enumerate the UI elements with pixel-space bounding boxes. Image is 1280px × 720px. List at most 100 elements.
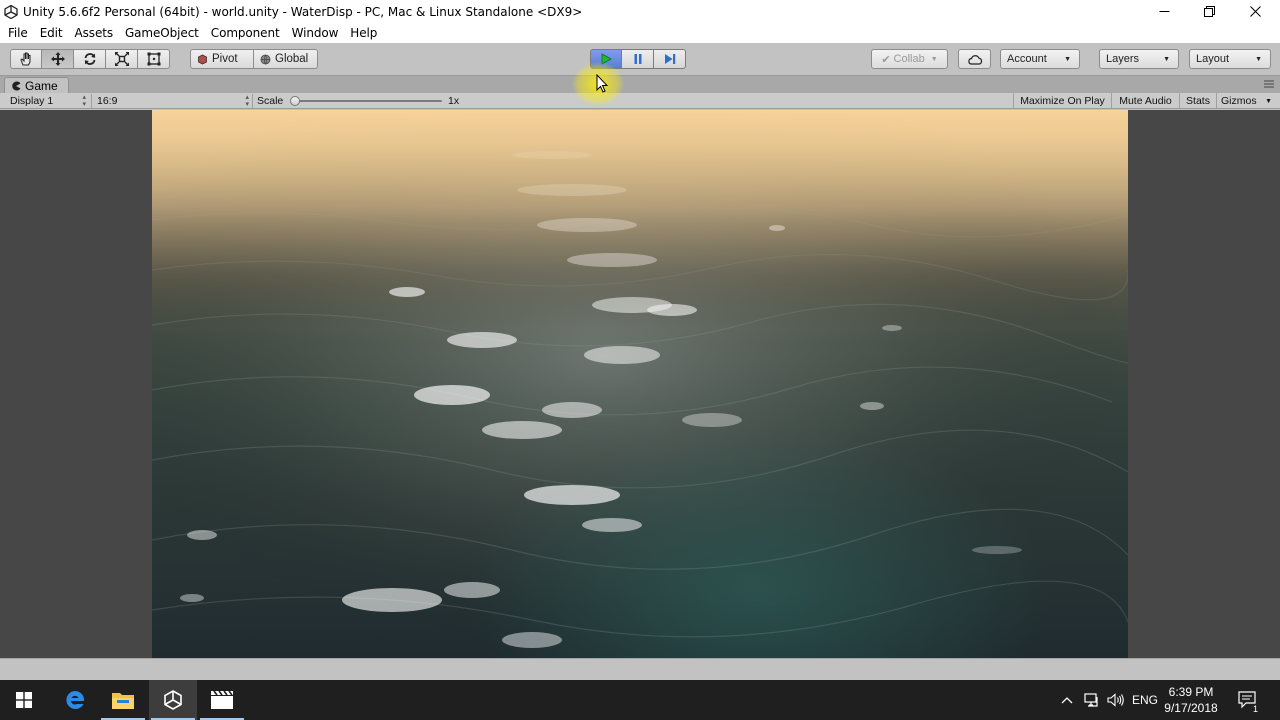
close-icon <box>1249 6 1261 17</box>
rotate-tool-button[interactable] <box>74 49 106 69</box>
global-toggle[interactable]: Global <box>254 49 318 69</box>
move-icon <box>50 52 65 66</box>
window-title: Unity 5.6.6f2 Personal (64bit) - world.u… <box>23 4 583 19</box>
close-button[interactable] <box>1232 0 1278 23</box>
separator <box>91 94 92 108</box>
chevron-up-icon <box>1061 697 1073 704</box>
scale-label: Scale <box>257 95 284 107</box>
layout-dropdown[interactable]: Layout ▼ <box>1189 49 1271 69</box>
scale-slider-knob[interactable] <box>290 96 300 106</box>
unity-editor-window: Unity 5.6.6f2 Personal (64bit) - world.u… <box>0 0 1280 720</box>
aspect-label: 16:9 <box>97 95 118 107</box>
taskbar-movies[interactable] <box>198 680 246 720</box>
layout-label: Layout <box>1196 53 1230 65</box>
clock[interactable]: 6:39 PM 9/17/2018 <box>1156 684 1226 716</box>
taskbar-file-explorer[interactable] <box>99 680 147 720</box>
dropdown-arrow-icon: ▼ <box>1163 55 1170 63</box>
restore-button[interactable] <box>1186 0 1232 23</box>
layers-dropdown[interactable]: Layers ▼ <box>1099 49 1179 69</box>
game-render-ocean[interactable] <box>152 110 1128 658</box>
clock-time: 6:39 PM <box>1168 685 1214 699</box>
maximize-label: Maximize On Play <box>1020 95 1105 107</box>
dropdown-arrow-icon: ▼ <box>1064 55 1071 63</box>
move-tool-button[interactable] <box>42 49 74 69</box>
stats-label: Stats <box>1186 95 1210 107</box>
game-tab[interactable]: Game <box>4 77 69 94</box>
minimize-button[interactable] <box>1141 0 1187 23</box>
cloud-icon <box>967 54 982 65</box>
unity-icon <box>164 690 182 710</box>
menu-help[interactable]: Help <box>344 26 383 40</box>
dropdown-arrow-icon: ▼ <box>930 55 938 63</box>
speaker-icon <box>1107 693 1124 707</box>
mute-label: Mute Audio <box>1119 95 1172 107</box>
network-icon <box>1084 693 1098 707</box>
start-button[interactable] <box>0 680 48 720</box>
restore-icon <box>1203 6 1215 17</box>
status-bar <box>0 658 1280 680</box>
hand-icon <box>20 52 31 66</box>
action-center-button[interactable]: 1 <box>1232 680 1264 720</box>
collab-label: Collab <box>893 53 925 65</box>
display-dropdown[interactable]: Display 1 ▴ ▾ <box>10 93 86 109</box>
stats-toggle[interactable]: Stats <box>1179 93 1216 109</box>
menu-edit[interactable]: Edit <box>34 26 69 40</box>
pause-button[interactable] <box>622 49 654 69</box>
layers-label: Layers <box>1106 53 1140 65</box>
menu-assets[interactable]: Assets <box>69 26 119 40</box>
gizmos-dropdown[interactable]: Gizmos ▼ <box>1216 93 1276 109</box>
notification-count: 1 <box>1251 704 1259 714</box>
updown-arrow-icon: ▴ ▾ <box>245 94 249 108</box>
play-button[interactable] <box>590 49 622 69</box>
network-button[interactable] <box>1082 680 1102 720</box>
dropdown-arrow-icon: ▼ <box>1265 97 1272 105</box>
collab-dropdown[interactable]: ✔ Collab ▼ <box>871 49 948 69</box>
global-label: Global <box>275 53 309 65</box>
show-hidden-icons-button[interactable] <box>1058 680 1076 720</box>
language-label: ENG <box>1131 693 1158 707</box>
play-icon <box>601 53 612 65</box>
pause-icon <box>634 54 641 64</box>
dropdown-arrow-icon: ▼ <box>1255 55 1262 63</box>
menu-bar: File Edit Assets GameObject Component Wi… <box>0 23 1280 43</box>
rect-tool-button[interactable] <box>138 49 170 69</box>
pivot-global-group: Pivot Global <box>190 49 318 69</box>
ocean-waves-image <box>152 110 1128 658</box>
main-toolbar: Pivot Global ✔ Collab ▼ Account ▼ Layers… <box>0 43 1280 75</box>
aspect-dropdown[interactable]: 16:9 ▴ ▾ <box>97 93 249 109</box>
hand-tool-button[interactable] <box>10 49 42 69</box>
minimize-icon <box>1159 11 1169 12</box>
account-dropdown[interactable]: Account ▼ <box>1000 49 1080 69</box>
pivot-toggle[interactable]: Pivot <box>190 49 254 69</box>
tab-menu-icon[interactable] <box>1264 80 1274 88</box>
taskbar-edge[interactable] <box>51 680 99 720</box>
windows-taskbar: ENG 6:39 PM 9/17/2018 1 <box>0 680 1280 720</box>
separator <box>252 94 253 108</box>
menu-file[interactable]: File <box>2 26 34 40</box>
folder-icon <box>112 693 134 709</box>
volume-button[interactable] <box>1105 680 1127 720</box>
clapperboard-icon <box>211 690 233 709</box>
step-button[interactable] <box>654 49 686 69</box>
maximize-on-play-toggle[interactable]: Maximize On Play <box>1013 93 1111 109</box>
pivot-icon <box>198 54 207 64</box>
unity-logo-icon <box>4 4 18 19</box>
scale-tool-button[interactable] <box>106 49 138 69</box>
playback-controls <box>590 49 686 69</box>
menu-component[interactable]: Component <box>205 26 286 40</box>
globe-icon <box>260 54 271 65</box>
updown-arrow-icon: ▴ ▾ <box>82 94 86 108</box>
scale-slider-track[interactable] <box>294 100 442 102</box>
mute-audio-toggle[interactable]: Mute Audio <box>1111 93 1179 109</box>
pacman-game-icon <box>12 81 21 91</box>
taskbar-unity[interactable] <box>149 680 197 720</box>
cloud-button[interactable] <box>958 49 991 69</box>
game-tab-row: Game <box>0 75 1280 94</box>
rotate-icon <box>84 53 95 65</box>
display-label: Display 1 <box>10 95 54 107</box>
menu-window[interactable]: Window <box>286 26 345 40</box>
menu-gameobject[interactable]: GameObject <box>119 26 205 40</box>
clock-date: 9/17/2018 <box>1164 701 1218 715</box>
gizmos-label: Gizmos <box>1221 95 1257 107</box>
title-bar: Unity 5.6.6f2 Personal (64bit) - world.u… <box>0 0 1280 23</box>
